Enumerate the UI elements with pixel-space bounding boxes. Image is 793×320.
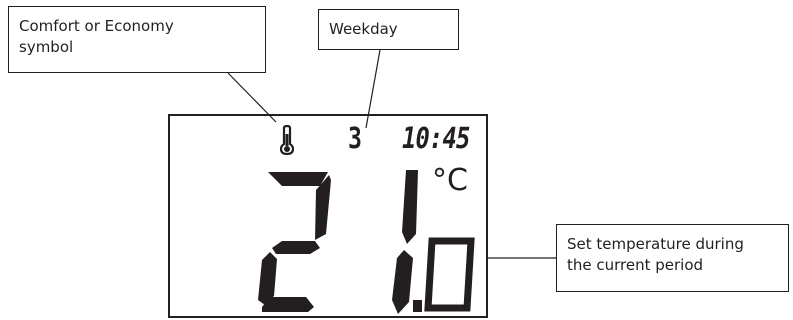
digit-1 (392, 170, 418, 314)
unit-celsius: °C (432, 163, 468, 198)
digit-2 (258, 172, 331, 312)
digit-0 (424, 237, 475, 312)
decimal-point (413, 300, 422, 312)
temperature-digits (258, 170, 475, 314)
